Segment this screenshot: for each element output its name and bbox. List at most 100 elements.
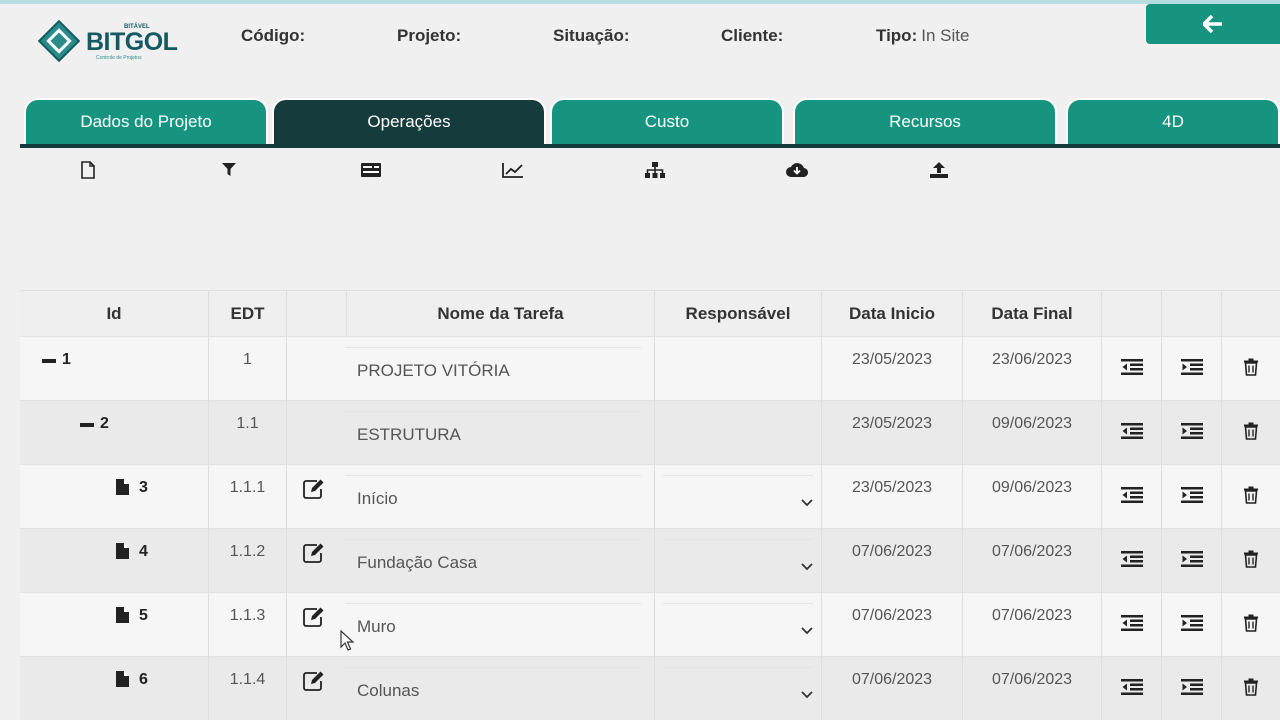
chevron-down-icon xyxy=(801,494,813,512)
indent-button[interactable] xyxy=(1162,657,1222,720)
task-name-input[interactable]: Colunas xyxy=(345,667,641,713)
line-chart-icon[interactable] xyxy=(501,160,525,180)
task-start-date: 07/06/2023 xyxy=(822,529,963,593)
task-name-input[interactable]: ESTRUTURA xyxy=(345,411,641,457)
outdent-icon xyxy=(1120,614,1143,636)
outdent-button[interactable] xyxy=(1102,465,1162,529)
task-responsavel-cell xyxy=(655,465,822,529)
edit-icon[interactable] xyxy=(303,543,325,568)
table-row: 3 1.1.1 Início 23/05/2023 09/06/2023 xyxy=(20,464,1280,529)
table-row: 1 1 PROJETO VITÓRIA 23/05/2023 23/06/2023 xyxy=(20,336,1280,401)
delete-button[interactable] xyxy=(1222,657,1280,720)
upload-icon[interactable] xyxy=(927,160,951,180)
indent-button[interactable] xyxy=(1162,401,1222,465)
task-name-cell: PROJETO VITÓRIA xyxy=(287,337,655,401)
delete-button[interactable] xyxy=(1222,401,1280,465)
col-nome-da-tarefa: Nome da Tarefa xyxy=(347,291,655,337)
edit-icon[interactable] xyxy=(303,479,325,504)
task-name-input[interactable]: PROJETO VITÓRIA xyxy=(345,347,641,393)
task-start-date: 07/06/2023 xyxy=(822,657,963,720)
back-button[interactable] xyxy=(1146,4,1280,44)
list-card-icon[interactable] xyxy=(359,160,383,180)
task-edt: 1.1.3 xyxy=(209,593,287,657)
indent-button[interactable] xyxy=(1162,337,1222,401)
table-row: 2 1.1 ESTRUTURA 23/05/2023 09/06/2023 xyxy=(20,400,1280,465)
responsavel-select[interactable] xyxy=(663,475,813,521)
edit-icon[interactable] xyxy=(303,607,325,632)
tab-4d[interactable]: 4D xyxy=(1066,98,1280,144)
task-id: 3 xyxy=(139,479,148,496)
indent-icon xyxy=(1180,422,1203,444)
tab-custo[interactable]: Custo xyxy=(550,98,784,144)
file-icon xyxy=(116,479,129,500)
task-name-input[interactable]: Início xyxy=(345,475,641,521)
trash-icon xyxy=(1243,422,1259,445)
task-id: 5 xyxy=(139,607,148,624)
responsavel-select[interactable] xyxy=(663,603,813,649)
edit-icon[interactable] xyxy=(303,671,325,696)
task-name-cell: ESTRUTURA xyxy=(287,401,655,465)
task-id: 4 xyxy=(139,543,148,560)
task-name-cell: Colunas xyxy=(287,657,655,720)
col-outdent xyxy=(1102,291,1162,337)
indent-icon xyxy=(1180,358,1203,380)
col-edit xyxy=(287,291,347,337)
indent-icon xyxy=(1180,486,1203,508)
new-file-icon[interactable] xyxy=(76,160,100,180)
task-name-input[interactable]: Muro xyxy=(345,603,641,649)
outdent-button[interactable] xyxy=(1102,657,1162,720)
delete-button[interactable] xyxy=(1222,529,1280,593)
task-responsavel-cell xyxy=(655,401,822,465)
trash-icon xyxy=(1243,486,1259,509)
task-edt: 1.1.2 xyxy=(209,529,287,593)
table-header: Id EDT Nome da Tarefa Responsável Data I… xyxy=(20,290,1280,337)
tab-underline xyxy=(20,144,1280,148)
task-id: 6 xyxy=(139,671,148,688)
collapse-icon[interactable] xyxy=(80,423,94,427)
brand-tagline: Controle de Projetos xyxy=(96,55,142,61)
indent-button[interactable] xyxy=(1162,465,1222,529)
delete-button[interactable] xyxy=(1222,593,1280,657)
task-start-date: 23/05/2023 xyxy=(822,401,963,465)
mouse-cursor-icon xyxy=(340,630,355,651)
trash-icon xyxy=(1243,614,1259,637)
indent-button[interactable] xyxy=(1162,529,1222,593)
chevron-down-icon xyxy=(801,558,813,576)
task-edt: 1.1.1 xyxy=(209,465,287,529)
outdent-button[interactable] xyxy=(1102,337,1162,401)
field-codigo: Código: xyxy=(241,26,306,45)
outdent-button[interactable] xyxy=(1102,529,1162,593)
indent-button[interactable] xyxy=(1162,593,1222,657)
tab-recursos[interactable]: Recursos xyxy=(793,98,1057,144)
outdent-button[interactable] xyxy=(1102,401,1162,465)
task-name-cell: Início xyxy=(287,465,655,529)
responsavel-select[interactable] xyxy=(663,667,813,713)
outdent-icon xyxy=(1120,486,1143,508)
task-start-date: 23/05/2023 xyxy=(822,465,963,529)
filter-icon[interactable] xyxy=(217,160,241,180)
tab-operacoes[interactable]: Operações xyxy=(272,98,546,144)
outdent-button[interactable] xyxy=(1102,593,1162,657)
field-situacao: Situação: xyxy=(553,26,630,45)
hierarchy-icon[interactable] xyxy=(643,160,667,180)
table-row: 4 1.1.2 Fundação Casa 07/06/2023 07/06/2023 xyxy=(20,528,1280,593)
col-delete xyxy=(1222,291,1280,337)
delete-button[interactable] xyxy=(1222,337,1280,401)
indent-icon xyxy=(1180,550,1203,572)
delete-button[interactable] xyxy=(1222,465,1280,529)
task-name-cell: Fundação Casa xyxy=(287,529,655,593)
table-row: 6 1.1.4 Colunas 07/06/2023 07/06/2023 xyxy=(20,656,1280,720)
responsavel-select[interactable] xyxy=(663,539,813,585)
outdent-icon xyxy=(1120,358,1143,380)
task-end-date: 07/06/2023 xyxy=(963,657,1102,720)
task-name-input[interactable]: Fundação Casa xyxy=(345,539,641,585)
task-id: 1 xyxy=(62,351,71,368)
task-edt: 1 xyxy=(209,337,287,401)
tab-bar: Dados do Projeto Operações Custo Recurso… xyxy=(20,98,1280,148)
cloud-download-icon[interactable] xyxy=(785,160,809,180)
task-end-date: 23/06/2023 xyxy=(963,337,1102,401)
task-edt: 1.1.4 xyxy=(209,657,287,720)
tab-dados-do-projeto[interactable]: Dados do Projeto xyxy=(24,98,268,144)
collapse-icon[interactable] xyxy=(42,359,56,363)
task-responsavel-cell xyxy=(655,337,822,401)
